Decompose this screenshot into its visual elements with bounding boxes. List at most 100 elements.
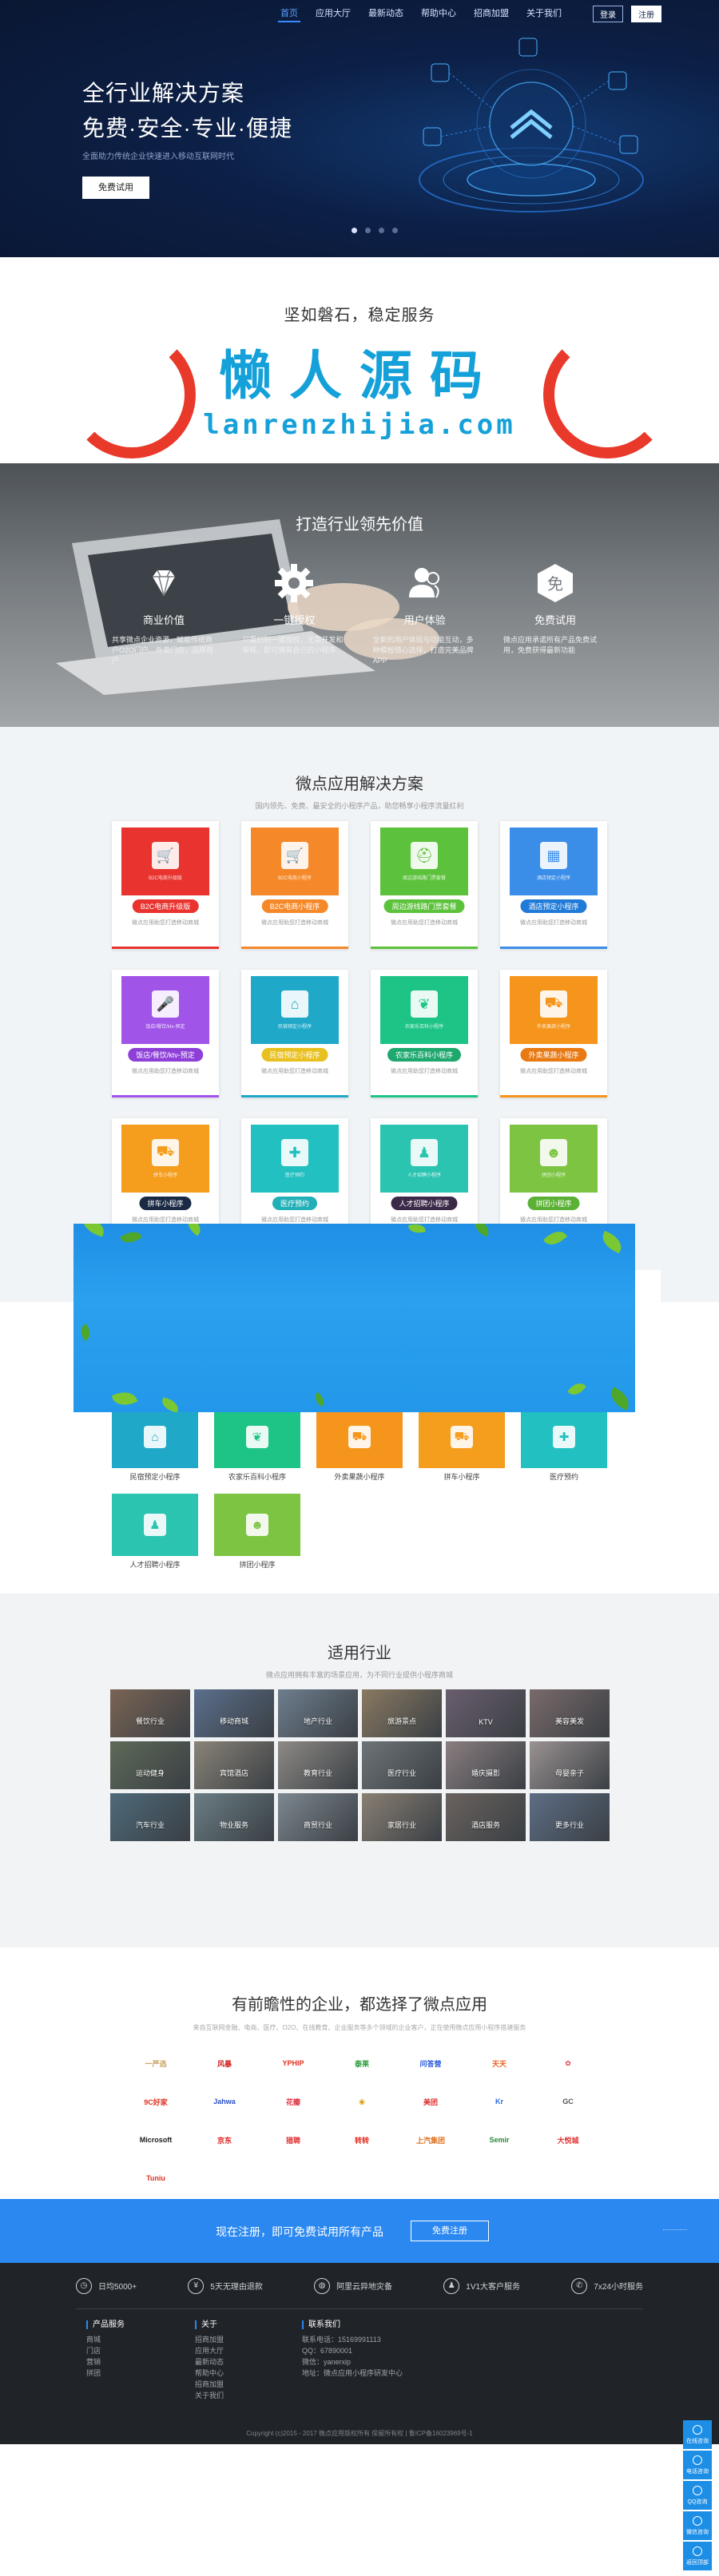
- product-card[interactable]: ☻ 拼团小程序: [214, 1494, 300, 1570]
- industry-tile[interactable]: 移动商城: [194, 1689, 274, 1737]
- solution-card-caption: 医疗预约: [284, 1173, 304, 1178]
- footer-link[interactable]: 帮助中心: [195, 2368, 224, 2379]
- carousel-dot[interactable]: [379, 228, 384, 233]
- industry-tile[interactable]: 更多行业: [530, 1793, 610, 1841]
- solutions-section: 微点应用解决方案 国内领先、免费、最安全的小程序产品，助您畅享小程序流量红利 🛒…: [0, 727, 719, 1302]
- solution-card[interactable]: ⛟ 外卖果蔬小程序 外卖果蔬小程序 微点应用助您打造移动商城: [500, 970, 607, 1097]
- footer-col-title: 产品服务: [86, 2320, 125, 2329]
- solution-card-desc: 微点应用助您打造移动商城: [520, 1217, 587, 1223]
- solution-card-caption: 农家乐百科小程序: [404, 1025, 443, 1030]
- product-card[interactable]: ❦ 农家乐百科小程序: [214, 1406, 300, 1482]
- industry-label: 宾馆酒店: [219, 1769, 248, 1777]
- industry-tile[interactable]: 教育行业: [278, 1741, 358, 1789]
- solution-card[interactable]: ❦ 农家乐百科小程序 农家乐百科小程序 微点应用助您打造移动商城: [371, 970, 478, 1097]
- solution-card[interactable]: 🛒 B2C电商小程序 B2C电商小程序 微点应用助您打造移动商城: [241, 821, 348, 949]
- industry-tile[interactable]: 运动健身: [110, 1741, 190, 1789]
- industry-tile[interactable]: KTV: [446, 1689, 526, 1737]
- footer-link[interactable]: 应用大厅: [195, 2345, 224, 2356]
- solution-card-name: B2C电商升级版: [132, 899, 199, 913]
- product-card[interactable]: ♟ 人才招聘小程序: [112, 1494, 198, 1570]
- house-icon: ⌂: [144, 1426, 166, 1448]
- client-logo: Jahwa: [213, 2098, 236, 2106]
- side-tab-icon: [693, 2455, 702, 2465]
- industry-tile[interactable]: 餐饮行业: [110, 1689, 190, 1737]
- product-card[interactable]: ⛟ 拼车小程序: [419, 1406, 505, 1482]
- side-tab[interactable]: 返回顶部: [683, 2542, 712, 2570]
- product-card-image: ⛟: [316, 1406, 403, 1468]
- industry-tile[interactable]: 汽车行业: [110, 1793, 190, 1841]
- contact-qq: QQ：67890001: [302, 2347, 353, 2355]
- industry-tile[interactable]: 家居行业: [362, 1793, 442, 1841]
- side-tab[interactable]: 微信咨询: [683, 2511, 712, 2540]
- client-logos: 一严选 风暴 YPHIP 泰莱 问答营 天天 ✿ 9C好家 Jahwa 花瓣 ◉ 美团 Kr GC Micr…: [124, 2047, 603, 2194]
- industry-tile[interactable]: 美容美发: [530, 1689, 610, 1737]
- solution-card-caption: 外卖果蔬小程序: [536, 1025, 570, 1030]
- footer-col-products: 产品服务 商城 门店 营销 拼团: [86, 2320, 125, 2379]
- side-tab[interactable]: 在线咨询: [683, 2420, 712, 2449]
- nav-item-about[interactable]: 关于我们: [518, 0, 570, 27]
- login-button[interactable]: 登录: [593, 5, 623, 22]
- carousel-dot[interactable]: [392, 228, 398, 233]
- carousel-dot[interactable]: [352, 228, 357, 233]
- register-button[interactable]: 注册: [631, 5, 661, 22]
- solution-card[interactable]: ⌂ 民宿预定小程序 民宿预定小程序 微点应用助您打造移动商城: [241, 970, 348, 1097]
- nav-item-home[interactable]: 首页: [272, 0, 307, 27]
- group-icon: ☻: [540, 1139, 567, 1166]
- hero-title: 全行业解决方案 免费·安全·专业·便捷: [82, 76, 292, 146]
- side-tab[interactable]: QQ咨询: [683, 2481, 712, 2510]
- free-register-button[interactable]: 免费注册: [411, 2221, 489, 2241]
- industry-tile[interactable]: 婚庆摄影: [446, 1741, 526, 1789]
- value-item-ux: 用户体验 全新的用户体验与功能互动，多种模板随心选择，打造完美品牌APP: [373, 559, 477, 666]
- footer-link[interactable]: 商城: [86, 2334, 125, 2345]
- industry-tile[interactable]: 宾馆酒店: [194, 1741, 274, 1789]
- product-card[interactable]: ⌂ 民宿预定小程序: [112, 1406, 198, 1482]
- industry-tile[interactable]: 医疗行业: [362, 1741, 442, 1789]
- footer-link[interactable]: 门店: [86, 2345, 125, 2356]
- leaf-icon: ❦: [246, 1426, 268, 1448]
- client-logo: 美团: [423, 2098, 438, 2106]
- solution-card-desc: 微点应用助您打造移动商城: [391, 1069, 458, 1074]
- leaf-decor: [79, 1224, 108, 1237]
- product-card[interactable]: ✚ 医疗预约: [521, 1406, 607, 1482]
- footer-link[interactable]: 关于我们: [195, 2390, 224, 2401]
- nav-item-news[interactable]: 最新动态: [360, 0, 412, 27]
- footer-link[interactable]: 招商加盟: [195, 2379, 224, 2390]
- product-card-image: ⌂: [112, 1406, 198, 1468]
- solution-card-desc: 微点应用助您打造移动商城: [261, 1069, 328, 1074]
- nav-item-help[interactable]: 帮助中心: [412, 0, 465, 27]
- value-section: 打造行业领先价值 商业价值 共享微点企业资源，赋能传统商户O2O门户、外卖门店，…: [0, 463, 719, 727]
- solution-card[interactable]: ⛑ 周边游线路门票套餐 周边游线路门票套餐 微点应用助您打造移动商城: [371, 821, 478, 949]
- industry-tile[interactable]: 母婴亲子: [530, 1741, 610, 1789]
- side-tab-label: 在线咨询: [686, 2438, 709, 2444]
- nav-item-join[interactable]: 招商加盟: [465, 0, 518, 27]
- hero-trial-button[interactable]: 免费试用: [82, 177, 149, 199]
- solution-card[interactable]: 🛒 B2C电商升级版 B2C电商升级版 微点应用助您打造移动商城: [112, 821, 219, 949]
- footer-link[interactable]: 最新动态: [195, 2356, 224, 2368]
- solution-card-image: ⛟ 拼车小程序: [121, 1125, 209, 1193]
- solution-card-image: ▦ 酒店预定小程序: [510, 828, 598, 895]
- client-logo: ◉: [359, 2097, 365, 2106]
- footer-link[interactable]: 拼团: [86, 2368, 125, 2379]
- side-tab[interactable]: 电话咨询: [683, 2451, 712, 2479]
- side-tab-label: 微信咨询: [686, 2529, 709, 2535]
- industry-label: 商贸行业: [303, 1821, 332, 1829]
- product-card[interactable]: ⛟ 外卖果蔬小程序: [316, 1406, 403, 1482]
- solution-card-desc: 微点应用助您打造移动商城: [132, 1069, 199, 1074]
- solution-card-desc: 微点应用助您打造移动商城: [520, 920, 587, 926]
- client-logo: 泰莱: [354, 2059, 369, 2068]
- footer-link[interactable]: 营销: [86, 2356, 125, 2368]
- nav-item-apps[interactable]: 应用大厅: [307, 0, 360, 27]
- industry-tile[interactable]: 地产行业: [278, 1689, 358, 1737]
- solution-card[interactable]: 🎤 饭店/餐饮/ktv-预定 饭店/餐饮/ktv-预定 微点应用助您打造移动商城: [112, 970, 219, 1097]
- cta-decor: [663, 2229, 687, 2230]
- industry-tile[interactable]: 酒店服务: [446, 1793, 526, 1841]
- value-item-desc: 微点应用承诺所有产品免费试用，免费获得最新功能: [503, 636, 597, 654]
- industry-tile[interactable]: 物业服务: [194, 1793, 274, 1841]
- industry-tile[interactable]: 旅游景点: [362, 1689, 442, 1737]
- solution-card[interactable]: ▦ 酒店预定小程序 酒店预定小程序 微点应用助您打造移动商城: [500, 821, 607, 949]
- carousel-dot[interactable]: [365, 228, 371, 233]
- footer-link[interactable]: 招商加盟: [195, 2334, 224, 2345]
- solution-card-image: 🛒 B2C电商小程序: [251, 828, 339, 895]
- industry-tile[interactable]: 商贸行业: [278, 1793, 358, 1841]
- industry-label: 旅游景点: [387, 1717, 416, 1725]
